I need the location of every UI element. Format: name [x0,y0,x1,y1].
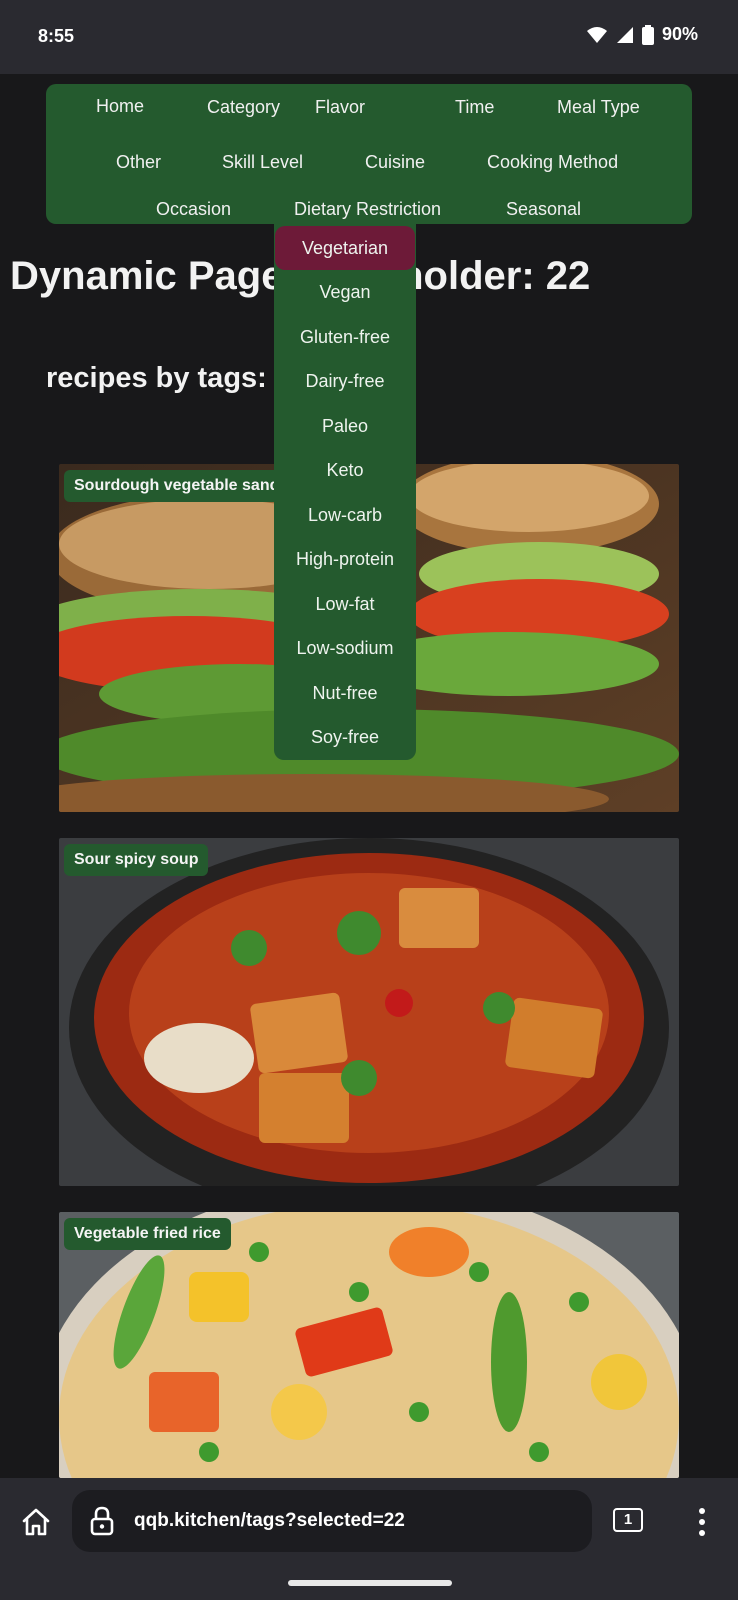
dropdown-item-keto[interactable]: Keto [274,448,416,492]
page-subtitle: recipes by tags: [46,362,267,394]
recipe-tag-label: Vegetable fried rice [64,1218,231,1250]
dropdown-item-low-fat[interactable]: Low-fat [274,582,416,626]
dropdown-item-soy-free[interactable]: Soy-free [274,715,416,759]
nav-meal-type[interactable]: Meal Type [557,97,640,118]
dropdown-item-gluten-free[interactable]: Gluten-free [274,315,416,359]
recipe-card-soup[interactable]: Sour spicy soup [59,838,679,1186]
dropdown-item-high-protein[interactable]: High-protein [274,537,416,581]
nav-other[interactable]: Other [116,152,161,173]
nav-time[interactable]: Time [455,97,494,118]
nav-category[interactable]: Category [207,97,280,118]
dropdown-item-vegan[interactable]: Vegan [274,270,416,314]
status-bar: 8:55 90% [0,0,738,74]
recipe-card-fried-rice[interactable]: Vegetable fried rice [59,1212,679,1478]
fried-rice-image [59,1212,679,1478]
tag-navigation: Home Category Flavor Time Meal Type Othe… [46,84,692,224]
nav-home[interactable]: Home [96,96,144,117]
nav-cuisine[interactable]: Cuisine [365,152,425,173]
nav-skill-level[interactable]: Skill Level [222,152,303,173]
url-text[interactable]: qqb.kitchen/tags?selected=22 [134,1510,405,1532]
cell-signal-icon [616,26,633,43]
nav-flavor[interactable]: Flavor [315,97,365,118]
battery-icon [641,24,654,45]
tab-switcher-button[interactable]: 1 [613,1508,643,1532]
nav-seasonal[interactable]: Seasonal [506,199,581,220]
nav-cooking-method[interactable]: Cooking Method [487,152,618,173]
home-icon[interactable] [20,1506,52,1538]
dietary-restriction-dropdown: Vegetarian Vegan Gluten-free Dairy-free … [274,224,416,760]
nav-dietary-restriction[interactable]: Dietary Restriction [294,199,441,220]
dropdown-item-vegetarian[interactable]: Vegetarian [275,226,415,270]
battery-percent: 90% [661,24,698,44]
gesture-home-indicator[interactable] [288,1580,452,1586]
status-icons: 90% [586,24,698,45]
more-options-icon[interactable] [693,1506,711,1538]
dropdown-item-low-sodium[interactable]: Low-sodium [274,626,416,670]
recipe-tag-label: Sourdough vegetable sandw [64,470,302,502]
dropdown-item-paleo[interactable]: Paleo [274,404,416,448]
dropdown-item-nut-free[interactable]: Nut-free [274,671,416,715]
soup-image [59,838,679,1186]
lock-icon[interactable] [90,1506,114,1536]
dropdown-item-dairy-free[interactable]: Dairy-free [274,359,416,403]
nav-occasion[interactable]: Occasion [156,199,231,220]
wifi-icon [586,26,607,43]
status-time: 8:55 [38,26,75,46]
dropdown-item-low-carb[interactable]: Low-carb [274,493,416,537]
recipe-tag-label: Sour spicy soup [64,844,209,876]
address-bar[interactable]: qqb.kitchen/tags?selected=22 [72,1490,592,1552]
